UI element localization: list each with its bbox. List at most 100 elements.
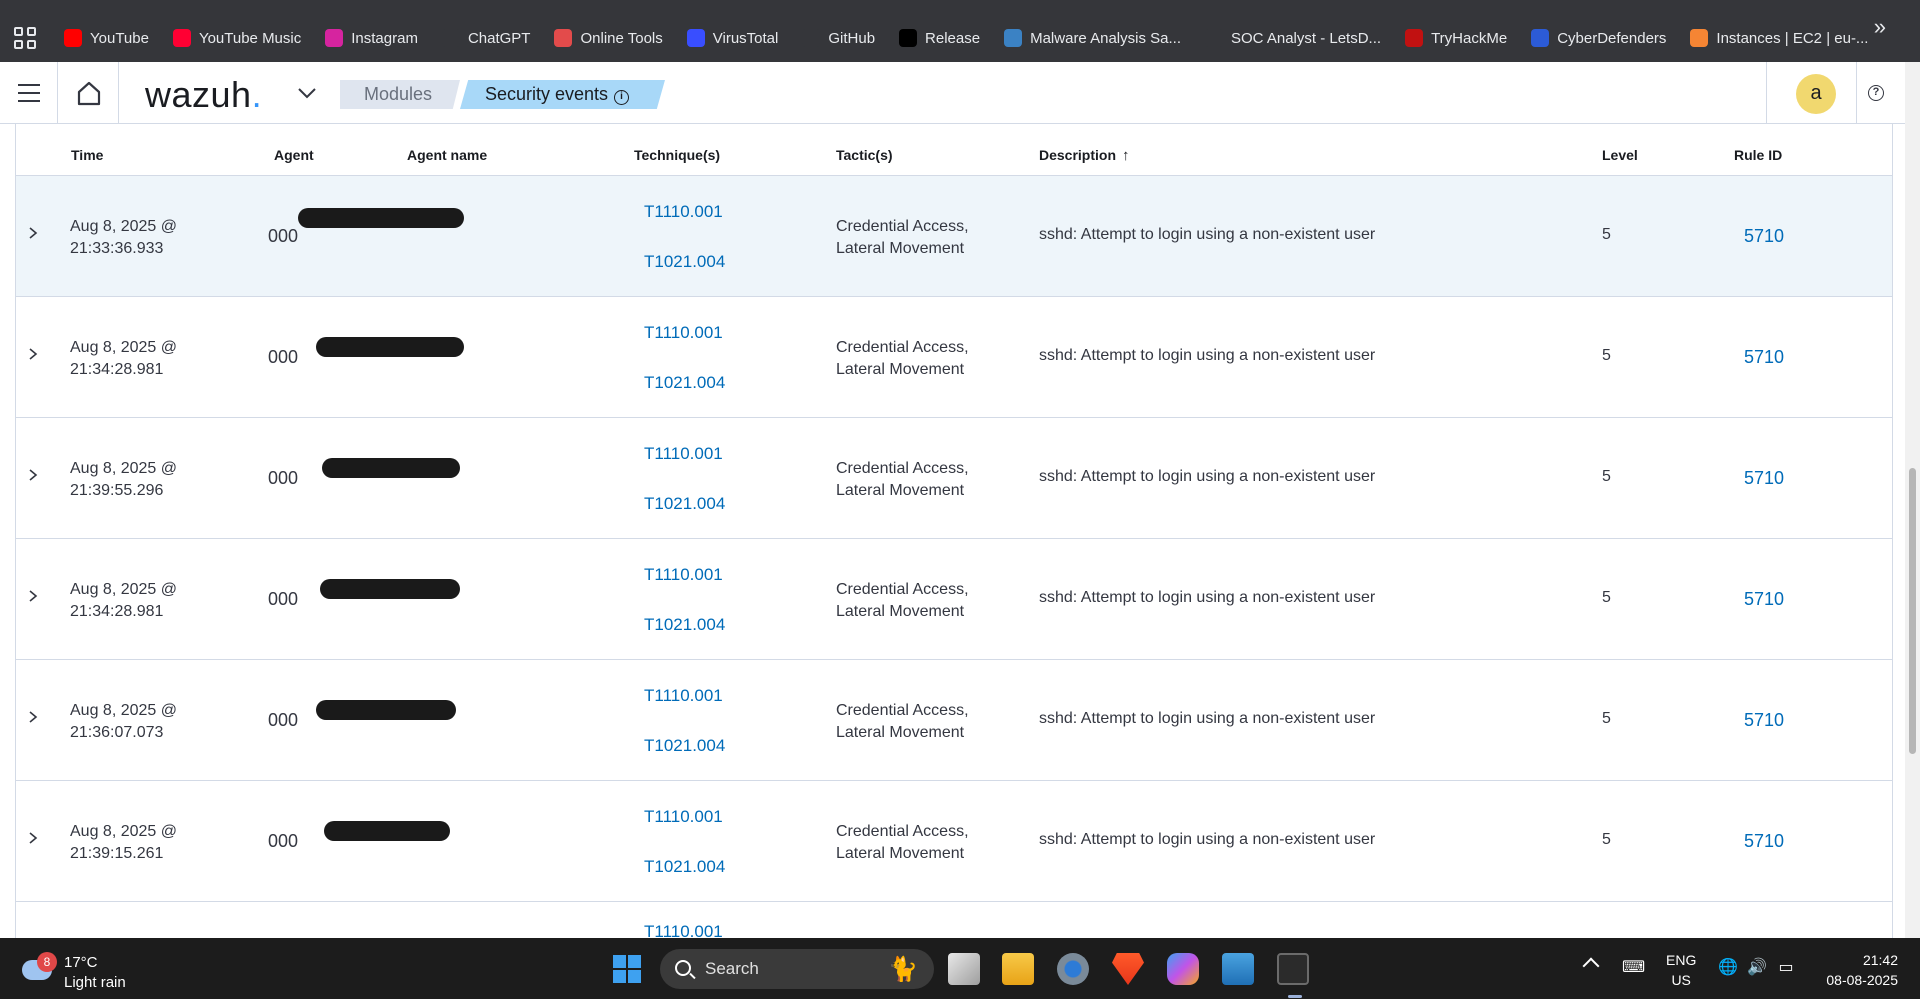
redacted-agent-name — [316, 700, 456, 720]
windows-start-icon[interactable] — [613, 955, 641, 983]
column-header-description[interactable]: Description ↑ — [1039, 147, 1130, 164]
event-level: 5 — [1602, 347, 1611, 364]
expand-row-chevron-icon[interactable] — [26, 226, 40, 240]
table-row[interactable]: Aug 8, 2025 @21:34:28.981 000 T1110.001 T10… — [16, 539, 1892, 660]
sort-ascending-icon[interactable]: ↑ — [1122, 147, 1130, 164]
taskbar-search[interactable]: Search 🐈 — [660, 949, 934, 989]
weather-temperature: 17°C — [64, 954, 98, 971]
bookmark-github[interactable]: GitHub — [802, 29, 875, 47]
event-description: sshd: Attempt to login using a non-exist… — [1039, 347, 1376, 364]
table-row[interactable]: T1110.001 — [16, 902, 1892, 938]
settings-gear-icon[interactable] — [1057, 953, 1089, 985]
bookmark-youtube-music[interactable]: YouTube Music — [172, 29, 301, 47]
header-divider — [1766, 62, 1767, 124]
apps-grid-icon[interactable] — [14, 27, 36, 49]
bookmark-malware-analysis[interactable]: Malware Analysis Sa... — [1004, 29, 1181, 47]
technique-link[interactable]: T1021.004 — [644, 857, 725, 877]
rule-id-link[interactable]: 5710 — [1744, 347, 1784, 368]
table-row[interactable]: Aug 8, 2025 @21:39:15.261 000 T1110.001 T10… — [16, 781, 1892, 902]
expand-row-chevron-icon[interactable] — [26, 710, 40, 724]
technique-link[interactable]: T1021.004 — [644, 252, 725, 272]
column-header-level[interactable]: Level — [1602, 147, 1638, 163]
agent-id: 000 — [268, 347, 299, 367]
input-language[interactable]: ENG US — [1666, 950, 1696, 990]
table-row[interactable]: Aug 8, 2025 @21:34:28.981 000 T1110.001 T10… — [16, 297, 1892, 418]
info-icon[interactable]: i — [614, 90, 630, 105]
network-globe-icon[interactable]: 🌐 — [1718, 958, 1738, 978]
column-header-time[interactable]: Time — [71, 147, 103, 163]
cyberdefenders-icon — [1531, 29, 1550, 47]
table-header: Time Agent Agent name Technique(s) Tacti… — [16, 124, 1892, 176]
table-row[interactable]: Aug 8, 2025 @21:39:55.296 000 T1110.001 T10… — [16, 418, 1892, 539]
column-header-agent-name[interactable]: Agent name — [407, 147, 487, 163]
expand-row-chevron-icon[interactable] — [26, 347, 40, 361]
user-avatar[interactable]: a — [1796, 74, 1836, 114]
header-divider — [1856, 62, 1857, 124]
tray-overflow-chevron-icon[interactable] — [1582, 957, 1600, 975]
technique-link[interactable]: T1021.004 — [644, 494, 725, 514]
bookmark-cyberdefenders[interactable]: CyberDefenders — [1531, 29, 1666, 47]
technique-link[interactable]: T1021.004 — [644, 736, 725, 756]
expand-row-chevron-icon[interactable] — [26, 468, 40, 482]
bookmark-chatgpt[interactable]: ChatGPT — [441, 29, 530, 47]
copilot-icon[interactable] — [1167, 953, 1199, 985]
bookmark-virustotal[interactable]: VirusTotal — [686, 29, 778, 47]
security-events-table: Time Agent Agent name Technique(s) Tacti… — [15, 124, 1893, 938]
breadcrumb-modules[interactable]: Modules — [340, 80, 460, 109]
bookmark-label: YouTube — [90, 29, 149, 47]
rule-id-link[interactable]: 5710 — [1744, 589, 1784, 610]
bookmark-youtube[interactable]: YouTube — [64, 29, 149, 47]
battery-icon[interactable]: ▭ — [1776, 958, 1796, 978]
menu-icon[interactable] — [18, 84, 40, 102]
table-row[interactable]: Aug 8, 2025 @21:36:07.073 000 T1110.001 T10… — [16, 660, 1892, 781]
technique-link[interactable]: T1110.001 — [644, 202, 723, 222]
wazuh-logo[interactable]: wazuh. — [145, 74, 262, 116]
table-row[interactable]: Aug 8, 2025 @21:33:36.933 000 T1110.001 T10… — [16, 176, 1892, 297]
bookmark-online-tools[interactable]: Online Tools — [554, 29, 663, 47]
event-level: 5 — [1602, 831, 1611, 848]
task-view-icon[interactable] — [948, 953, 980, 985]
file-explorer-icon[interactable] — [1002, 953, 1034, 985]
home-icon[interactable] — [76, 80, 102, 106]
page-scrollbar-thumb[interactable] — [1909, 468, 1916, 754]
rule-id-link[interactable]: 5710 — [1744, 226, 1784, 247]
redacted-agent-name — [324, 821, 450, 841]
rule-id-link[interactable]: 5710 — [1744, 710, 1784, 731]
expand-row-chevron-icon[interactable] — [26, 589, 40, 603]
taskbar-clock[interactable]: 21:42 08-08-2025 — [1810, 950, 1898, 990]
expand-row-chevron-icon[interactable] — [26, 831, 40, 845]
event-time: Aug 8, 2025 @21:39:15.261 — [70, 823, 177, 862]
malware-analysis-icon — [1004, 29, 1023, 47]
bookmark-instagram[interactable]: Instagram — [325, 29, 418, 47]
technique-link[interactable]: T1021.004 — [644, 615, 725, 635]
bookmark-release[interactable]: Release — [899, 29, 980, 47]
technique-link[interactable]: T1110.001 — [644, 565, 723, 585]
bookmark-tryhackme[interactable]: TryHackMe — [1405, 29, 1507, 47]
volume-icon[interactable]: 🔊 — [1747, 958, 1767, 978]
bookmark-aws-ec2[interactable]: Instances | EC2 | eu-... — [1690, 29, 1868, 47]
column-header-tactics[interactable]: Tactic(s) — [836, 147, 893, 163]
agent-id: 000 — [268, 831, 299, 851]
technique-link[interactable]: T1110.001 — [644, 444, 723, 464]
technique-link[interactable]: T1110.001 — [644, 686, 723, 706]
terminal-icon[interactable] — [1277, 953, 1309, 998]
keyboard-icon[interactable]: ⌨ — [1622, 958, 1645, 978]
help-icon[interactable]: ? — [1868, 85, 1884, 101]
bookmarks-overflow-icon[interactable]: » — [1874, 14, 1886, 40]
column-header-agent[interactable]: Agent — [274, 147, 314, 163]
redacted-agent-name — [322, 458, 460, 478]
technique-link[interactable]: T1021.004 — [644, 373, 725, 393]
brave-browser-icon[interactable] — [1112, 953, 1144, 985]
remote-desktop-icon[interactable] — [1222, 953, 1254, 985]
technique-link[interactable]: T1110.001 — [644, 807, 723, 827]
event-tactics: Credential Access, Lateral Movement — [836, 581, 969, 620]
column-header-techniques[interactable]: Technique(s) — [634, 147, 720, 163]
technique-link[interactable]: T1110.001 — [644, 922, 723, 938]
column-header-rule-id[interactable]: Rule ID — [1734, 147, 1782, 163]
technique-link[interactable]: T1110.001 — [644, 323, 723, 343]
bookmark-soc-analyst[interactable]: SOC Analyst - LetsD... — [1205, 29, 1381, 47]
weather-widget[interactable]: 8 17°C Light rain — [22, 952, 162, 992]
rule-id-link[interactable]: 5710 — [1744, 831, 1784, 852]
rule-id-link[interactable]: 5710 — [1744, 468, 1784, 489]
chevron-down-icon[interactable] — [296, 82, 318, 104]
